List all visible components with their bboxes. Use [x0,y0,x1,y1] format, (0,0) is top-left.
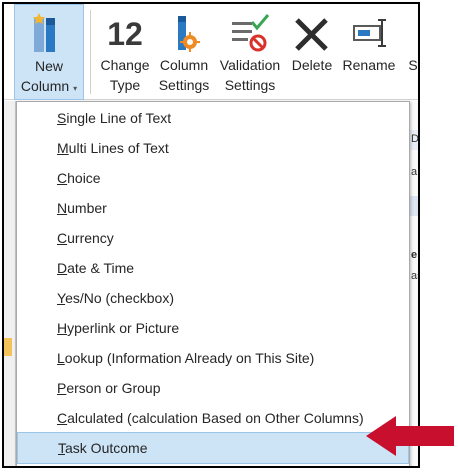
background-right-content [410,101,418,466]
menu-item-person-or-group[interactable]: Person or Group [17,373,409,403]
menu-item-number[interactable]: Number [17,193,409,223]
background-text: as [411,270,418,282]
rename-label: Rename [342,57,396,73]
delete-label: Delete [291,57,333,73]
menu-item-single-line-of-text[interactable]: Single Line of Text [17,103,409,133]
menu-item-date-time[interactable]: Date & Time [17,253,409,283]
screenshot-frame: New Column ▾ 12 Change Type Column Setti… [2,2,420,468]
ribbon-group-divider [90,10,91,94]
background-row-marker [4,338,12,356]
background-text: e [411,249,418,261]
menu-item-lookup[interactable]: Lookup (Information Already on This Site… [17,343,409,373]
change-type-button[interactable]: 12 Change Type [96,4,154,100]
background-text: D [411,133,419,145]
validation-settings-icon [214,12,286,56]
delete-x-icon [286,12,338,56]
new-column-button[interactable]: New Column ▾ [14,4,84,100]
ribbon: New Column ▾ 12 Change Type Column Setti… [4,4,418,100]
column-settings-button[interactable]: Column Settings [154,4,214,100]
red-arrow-icon [366,414,456,463]
background-text: a [411,166,418,178]
menu-item-calculated[interactable]: Calculated (calculation Based on Other C… [17,403,409,433]
menu-item-task-outcome[interactable]: Task Outcome [17,432,409,464]
background-left-gutter [4,101,16,466]
change-type-icon: 12 [107,16,143,52]
new-column-label: New Column ▾ [20,58,78,94]
validation-settings-label: Validation Settings [219,57,281,93]
menu-item-currency[interactable]: Currency [17,223,409,253]
next-ribbon-button-partial[interactable]: S [406,4,418,100]
column-settings-icon [154,12,214,56]
column-settings-label: Column Settings [158,57,210,93]
rename-icon [338,12,400,56]
background-selected-cell [410,196,418,216]
menu-item-multi-lines-of-text[interactable]: Multi Lines of Text [17,133,409,163]
validation-settings-button[interactable]: Validation Settings [214,4,286,100]
chevron-down-icon: ▾ [73,84,78,93]
menu-item-hyperlink-or-picture[interactable]: Hyperlink or Picture [17,313,409,343]
change-type-label: Change Type [100,57,150,93]
menu-item-yes-no[interactable]: Yes/No (checkbox) [17,283,409,313]
next-ribbon-label: S [408,57,418,73]
rename-button[interactable]: Rename [338,4,400,100]
menu-item-choice[interactable]: Choice [17,163,409,193]
new-column-dropdown-menu: Single Line of Text Multi Lines of Text … [16,101,410,466]
new-column-icon [15,13,83,57]
delete-button[interactable]: Delete [286,4,338,100]
